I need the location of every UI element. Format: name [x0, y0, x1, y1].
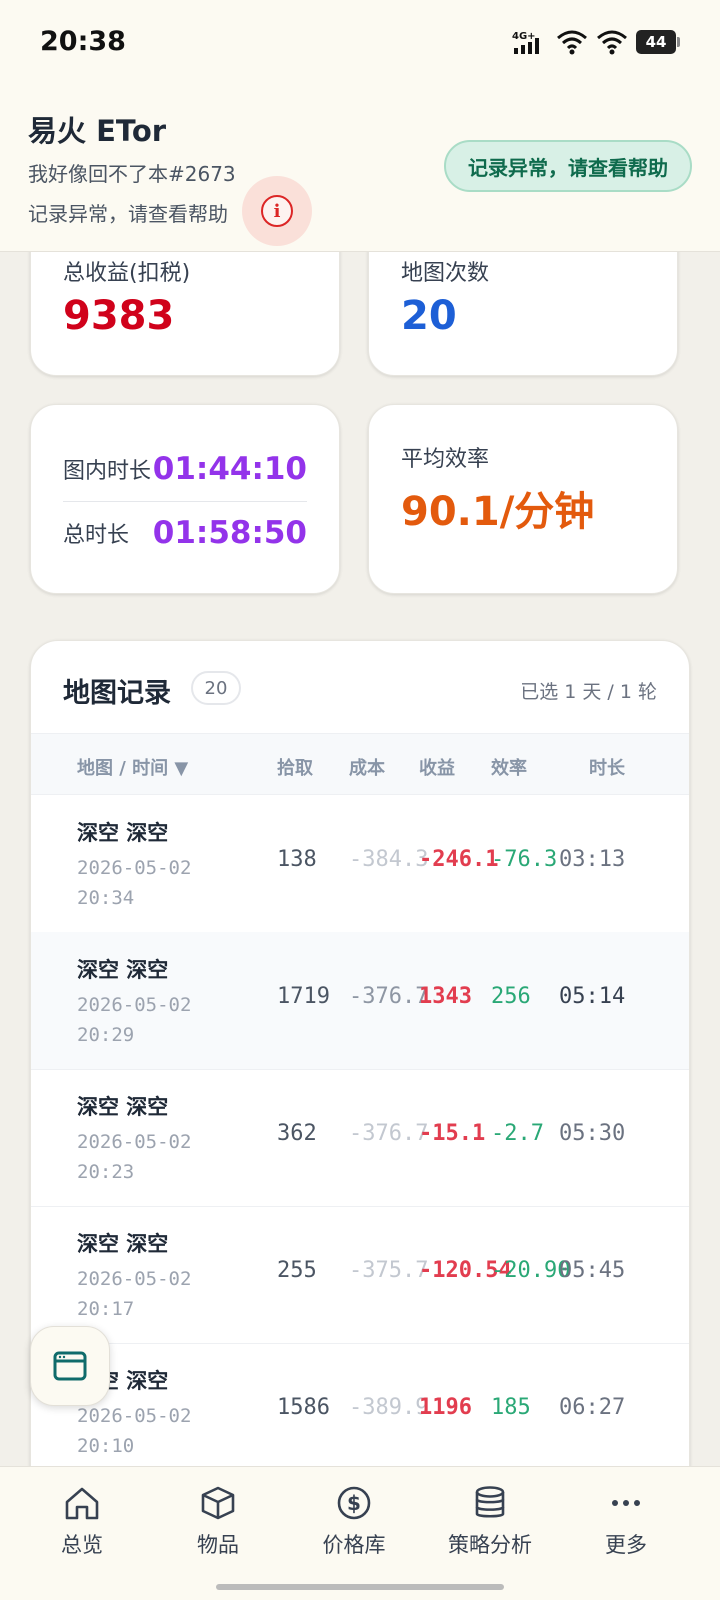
app-header: 易火 ETor 我好像回不了本#2673 记录异常，请查看帮助 i 记录异常，请…	[0, 90, 720, 252]
home-indicator	[216, 1584, 504, 1590]
warning-help-button[interactable]: 记录异常，请查看帮助	[444, 140, 692, 192]
row-map-name: 深空 深空	[77, 958, 169, 982]
status-icons: 4G+ 44	[512, 28, 680, 56]
row-cost: -375.7	[349, 1258, 429, 1283]
info-button[interactable]: i	[242, 176, 312, 246]
records-selection[interactable]: 已选 1 天 / 1 轮	[520, 677, 657, 704]
more-icon	[612, 1500, 640, 1506]
app-subtitle: 我好像回不了本#2673	[28, 162, 236, 186]
row-datetime: 2026-05-02 20:29	[77, 994, 192, 1046]
col-profit[interactable]: 收益	[419, 754, 455, 780]
status-bar: 20:38 4G+ 44	[0, 0, 720, 90]
dollar-icon: $	[337, 1486, 371, 1520]
table-row[interactable]: 深空 深空 2026-05-02 20:23 362 -376.7 -15.1 -…	[31, 1069, 689, 1207]
row-cost: -376.7	[349, 1121, 429, 1146]
avg-efficiency-label: 平均效率	[401, 447, 490, 472]
row-duration: 05:45	[559, 1258, 626, 1283]
nav-strategy[interactable]: 策略分析	[430, 1485, 550, 1559]
duration-card: 图内时长 01:44:10 总时长 01:58:50	[30, 404, 340, 594]
records-title: 地图记录	[63, 678, 171, 709]
window-icon	[53, 1351, 87, 1381]
row-map-name: 深空 深空	[77, 1232, 169, 1256]
col-duration[interactable]: 时长	[589, 754, 625, 780]
row-duration: 03:13	[559, 847, 626, 872]
row-cost: -384.3	[349, 847, 429, 872]
nav-label: 策略分析	[448, 1533, 532, 1557]
cellular-signal-icon: 4G+	[512, 31, 539, 54]
info-icon: i	[261, 195, 293, 227]
status-time: 20:38	[40, 26, 126, 57]
nav-overview[interactable]: 总览	[22, 1485, 142, 1559]
row-efficiency: -2.7	[491, 1121, 544, 1146]
database-icon	[475, 1486, 505, 1518]
row-profit: -246.1	[419, 847, 499, 872]
map-count-label: 地图次数	[401, 261, 490, 286]
home-icon	[65, 1487, 99, 1520]
row-pickup: 1586	[277, 1395, 330, 1420]
row-pickup: 362	[277, 1121, 317, 1146]
row-efficiency: -76.3	[491, 847, 558, 872]
total-time-label: 总时长	[63, 523, 130, 548]
bottom-nav: 总览 物品 $ 价格库 策略分析 更多	[0, 1466, 720, 1600]
map-count-value: 20	[401, 293, 457, 339]
cube-icon	[201, 1486, 235, 1520]
row-pickup: 138	[277, 847, 317, 872]
wifi-icon	[557, 30, 587, 55]
battery-level: 44	[645, 33, 667, 51]
records-count-badge: 20	[191, 671, 241, 705]
battery-icon: 44	[636, 30, 680, 54]
row-datetime: 2026-05-02 20:23	[77, 1131, 192, 1183]
table-row[interactable]: 深空 深空 2026-05-02 20:10 1586 -389.9 1196 1…	[31, 1343, 689, 1481]
col-cost[interactable]: 成本	[349, 754, 385, 780]
nav-label: 价格库	[322, 1533, 386, 1557]
row-efficiency: 185	[491, 1395, 531, 1420]
row-duration: 05:14	[559, 984, 626, 1009]
total-time-value: 01:58:50	[152, 515, 307, 551]
total-time-row: 总时长 01:58:50	[63, 505, 307, 561]
warning-text: 记录异常，请查看帮助	[28, 202, 228, 226]
row-pickup: 1719	[277, 984, 330, 1009]
row-map-name: 深空 深空	[77, 821, 169, 845]
row-profit: 1196	[419, 1395, 472, 1420]
map-time-label: 图内时长	[63, 459, 152, 484]
row-duration: 06:27	[559, 1395, 626, 1420]
row-profit: -15.1	[419, 1121, 486, 1146]
svg-text:$: $	[347, 1491, 361, 1515]
row-datetime: 2026-05-02 20:34	[77, 857, 192, 909]
row-map-name: 深空 深空	[77, 1095, 169, 1119]
app-title: 易火 ETor	[28, 114, 167, 148]
row-datetime: 2026-05-02 20:10	[77, 1405, 192, 1457]
col-map-time[interactable]: 地图 / 时间 ▼	[77, 754, 188, 780]
avg-efficiency-value: 90.1/分钟	[401, 489, 595, 535]
time-divider	[63, 501, 307, 502]
row-cost: -389.9	[349, 1395, 429, 1420]
nav-label: 物品	[197, 1533, 239, 1557]
avg-efficiency-card: 平均效率 90.1/分钟	[368, 404, 678, 594]
nav-label: 更多	[605, 1533, 647, 1557]
wifi-icon-2	[597, 30, 627, 55]
table-row[interactable]: 深空 深空 2026-05-02 20:17 255 -375.7 -120.54…	[31, 1206, 689, 1344]
nav-more[interactable]: 更多	[566, 1485, 686, 1559]
map-records-card: 地图记录 20 已选 1 天 / 1 轮 地图 / 时间 ▼ 拾取 成本 收益 …	[30, 640, 690, 1600]
row-cost: -376.7	[349, 984, 429, 1009]
table-row[interactable]: 深空 深空 2026-05-02 20:34 138 -384.3 -246.1 …	[31, 795, 689, 933]
map-time-value: 01:44:10	[152, 451, 307, 487]
map-time-row: 图内时长 01:44:10	[63, 441, 307, 497]
row-datetime: 2026-05-02 20:17	[77, 1268, 192, 1320]
row-pickup: 255	[277, 1258, 317, 1283]
nav-items[interactable]: 物品	[158, 1485, 278, 1559]
total-profit-label: 总收益(扣税)	[63, 261, 191, 286]
col-efficiency[interactable]: 效率	[491, 754, 527, 780]
total-profit-value: 9383	[63, 293, 175, 339]
network-type: 4G+	[512, 31, 536, 42]
nav-label: 总览	[61, 1533, 103, 1557]
col-pickup[interactable]: 拾取	[277, 754, 313, 780]
records-table-header: 地图 / 时间 ▼ 拾取 成本 收益 效率 时长	[31, 733, 689, 795]
floating-window-button[interactable]	[30, 1326, 110, 1406]
row-duration: 05:30	[559, 1121, 626, 1146]
table-row[interactable]: 深空 深空 2026-05-02 20:29 1719 -376.7 1343 2…	[31, 932, 689, 1070]
row-efficiency: 256	[491, 984, 531, 1009]
row-profit: 1343	[419, 984, 472, 1009]
nav-price-db[interactable]: $ 价格库	[294, 1485, 414, 1559]
